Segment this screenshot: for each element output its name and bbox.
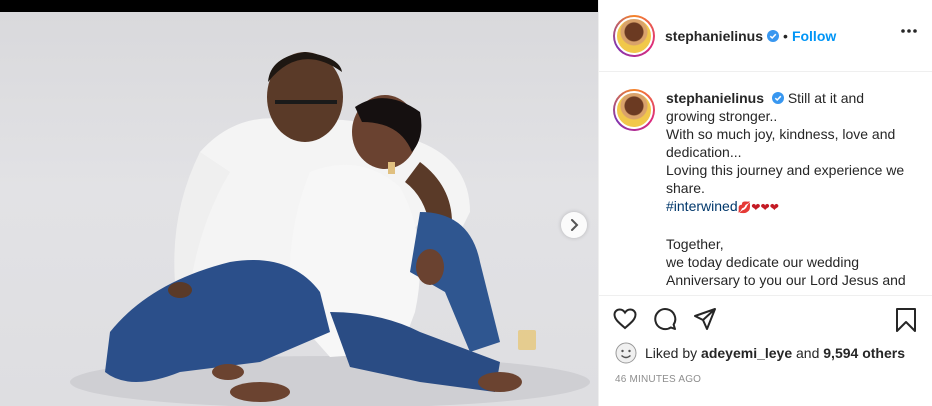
post-timestamp[interactable]: 46 MINUTES AGO — [615, 374, 701, 385]
likes-count[interactable]: 9,594 others — [823, 345, 905, 361]
chevron-right-icon — [571, 219, 579, 231]
verified-badge-icon — [771, 92, 784, 104]
liker-username[interactable]: adeyemi_leye — [701, 345, 792, 361]
bookmark-icon[interactable] — [895, 307, 917, 333]
post-sidebar: stephanielinus • Follow stephanielinus S… — [598, 0, 932, 406]
likes-conj: and — [796, 345, 820, 361]
likes-line: Liked by adeyemi_leye and 9,594 others — [615, 342, 905, 364]
caption-emojis: 💋❤❤❤ — [737, 202, 779, 214]
caption-area: stephanielinus Still at it and growing s… — [599, 73, 932, 295]
caption-line: With so much joy, kindness, love and — [666, 126, 896, 142]
action-icons — [613, 306, 919, 334]
separator-dot: • — [783, 27, 788, 44]
header-username[interactable]: stephanielinus — [665, 28, 763, 44]
caption-line: Still at it and — [787, 90, 865, 106]
avatar[interactable] — [613, 14, 655, 57]
follow-button[interactable]: Follow — [792, 28, 836, 44]
caption-username[interactable]: stephanielinus — [666, 90, 764, 106]
caption-line: Anniversary to you our Lord Jesus and — [666, 272, 906, 288]
likes-prefix: Liked by — [645, 345, 698, 361]
couple-photo-illustration — [70, 52, 590, 406]
caption-line: share. — [666, 180, 705, 196]
caption-line: dedication... — [666, 144, 742, 160]
action-section: Liked by adeyemi_leye and 9,594 others 4… — [599, 295, 932, 406]
more-options-icon[interactable] — [901, 29, 917, 33]
caption-line: Together, — [666, 236, 724, 252]
caption-line: growing stronger.. — [666, 108, 778, 124]
caption-text: stephanielinus Still at it and growing s… — [666, 89, 916, 295]
caption-avatar[interactable] — [613, 89, 655, 131]
caption-line: Loving this journey and experience we — [666, 162, 905, 178]
post-header: stephanielinus • Follow — [599, 0, 932, 72]
heart-icon[interactable] — [613, 308, 637, 330]
liker-avatar-icon[interactable] — [615, 342, 637, 364]
post-photo[interactable] — [0, 12, 598, 406]
caption-line: we today dedicate our wedding — [666, 254, 860, 270]
share-icon[interactable] — [693, 307, 717, 331]
comment-icon[interactable] — [653, 307, 677, 331]
verified-badge-icon — [767, 29, 780, 42]
next-photo-button[interactable] — [561, 212, 587, 238]
hashtag-link[interactable]: #interwined — [666, 198, 738, 214]
top-black-bar — [0, 0, 598, 12]
